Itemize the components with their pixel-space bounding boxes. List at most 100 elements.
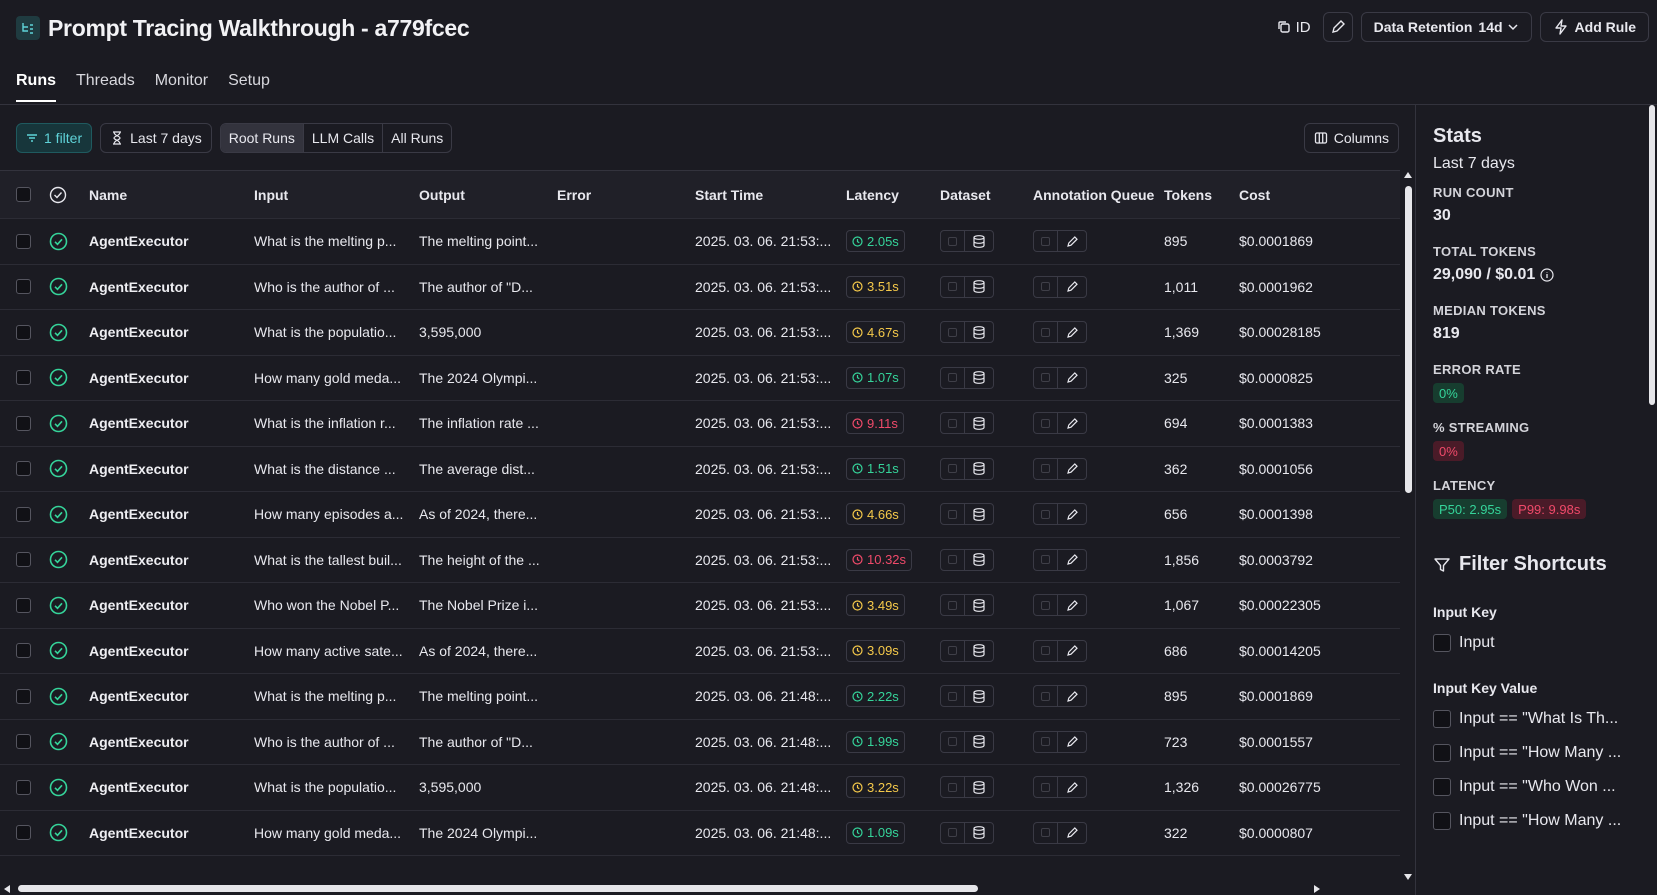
annotation-queue-control[interactable] [1033,503,1087,526]
add-to-dataset-control[interactable] [940,821,994,844]
column-header-input[interactable]: Input [254,171,288,218]
table-row[interactable]: AgentExecutor What is the tallest buil...… [0,538,1400,583]
table-row[interactable]: AgentExecutor How many gold meda... The 20… [0,356,1400,401]
annotation-queue-control[interactable] [1033,275,1087,298]
column-header-output[interactable]: Output [419,171,465,218]
select-all-checkbox[interactable] [16,171,31,218]
row-checkbox[interactable] [16,765,31,810]
column-header-tokens[interactable]: Tokens [1164,171,1212,218]
column-header-name[interactable]: Name [89,171,127,218]
segment-all-runs[interactable]: All Runs [383,124,451,152]
row-checkbox[interactable] [16,310,31,355]
run-name[interactable]: AgentExecutor [89,629,189,674]
table-row[interactable]: AgentExecutor How many episodes a... As of… [0,492,1400,538]
add-to-dataset-control[interactable] [940,321,994,344]
run-name[interactable]: AgentExecutor [89,583,189,628]
table-row[interactable]: AgentExecutor What is the inflation r... T… [0,401,1400,447]
add-to-dataset-control[interactable] [940,503,994,526]
add-to-dataset-control[interactable] [940,548,994,571]
edit-button[interactable] [1322,12,1353,42]
input-key-value-checkbox[interactable] [1433,778,1451,796]
run-name[interactable]: AgentExecutor [89,720,189,765]
table-vertical-scrollbar[interactable] [1402,170,1414,882]
segment-root-runs[interactable]: Root Runs [220,124,304,152]
row-checkbox[interactable] [16,447,31,492]
data-retention-dropdown[interactable]: Data Retention 14d [1360,12,1532,42]
run-name[interactable]: AgentExecutor [89,538,189,583]
annotation-queue-control[interactable] [1033,548,1087,571]
run-name[interactable]: AgentExecutor [89,265,189,310]
add-to-dataset-control[interactable] [940,412,994,435]
info-icon[interactable] [1540,268,1554,282]
row-checkbox[interactable] [16,583,31,628]
run-name[interactable]: AgentExecutor [89,492,189,537]
input-key-value-option[interactable]: Input == "What Is Th... [1433,710,1618,728]
annotation-queue-control[interactable] [1033,230,1087,253]
row-checkbox[interactable] [16,265,31,310]
row-checkbox[interactable] [16,219,31,264]
column-header-error[interactable]: Error [557,171,591,218]
table-row[interactable]: AgentExecutor How many active sate... As o… [0,629,1400,674]
table-row[interactable]: AgentExecutor What is the populatio... 3,5… [0,765,1400,811]
table-row[interactable]: AgentExecutor What is the populatio... 3,5… [0,310,1400,356]
row-checkbox[interactable] [16,811,31,856]
input-key-option[interactable]: Input [1433,634,1495,652]
input-key-value-checkbox[interactable] [1433,744,1451,762]
vertical-scroll-thumb[interactable] [1405,186,1412,493]
row-checkbox[interactable] [16,629,31,674]
input-key-value-option[interactable]: Input == "Who Won ... [1433,778,1616,796]
row-checkbox[interactable] [16,538,31,583]
column-header-cost[interactable]: Cost [1239,171,1270,218]
table-row[interactable]: AgentExecutor Who is the author of ... The… [0,265,1400,310]
horizontal-scroll-thumb[interactable] [18,885,978,892]
annotation-queue-control[interactable] [1033,412,1087,435]
annotation-queue-control[interactable] [1033,366,1087,389]
tab-monitor[interactable]: Monitor [155,72,208,102]
input-key-value-option[interactable]: Input == "How Many ... [1433,744,1621,762]
tab-threads[interactable]: Threads [76,72,135,102]
table-row[interactable]: AgentExecutor Who is the author of ... The… [0,720,1400,765]
add-to-dataset-control[interactable] [940,730,994,753]
run-name[interactable]: AgentExecutor [89,811,189,856]
annotation-queue-control[interactable] [1033,321,1087,344]
copy-id-button[interactable]: ID [1273,19,1315,36]
annotation-queue-control[interactable] [1033,594,1087,617]
segment-llm-calls[interactable]: LLM Calls [304,124,384,152]
input-key-checkbox[interactable] [1433,634,1451,652]
add-to-dataset-control[interactable] [940,230,994,253]
table-row[interactable]: AgentExecutor What is the melting p... The… [0,219,1400,265]
run-name[interactable]: AgentExecutor [89,356,189,401]
add-to-dataset-control[interactable] [940,639,994,662]
table-row[interactable]: AgentExecutor What is the distance ... The… [0,447,1400,492]
input-key-value-checkbox[interactable] [1433,710,1451,728]
add-to-dataset-control[interactable] [940,275,994,298]
add-to-dataset-control[interactable] [940,457,994,480]
column-header-dataset[interactable]: Dataset [940,171,991,218]
annotation-queue-control[interactable] [1033,639,1087,662]
annotation-queue-control[interactable] [1033,457,1087,480]
row-checkbox[interactable] [16,674,31,719]
run-name[interactable]: AgentExecutor [89,401,189,446]
annotation-queue-control[interactable] [1033,685,1087,708]
row-checkbox[interactable] [16,401,31,446]
table-row[interactable]: AgentExecutor What is the melting p... The… [0,674,1400,720]
annotation-queue-control[interactable] [1033,821,1087,844]
row-checkbox[interactable] [16,720,31,765]
column-header-start-time[interactable]: Start Time [695,171,763,218]
filter-button[interactable]: 1 filter [16,123,93,153]
column-header-annotation-queue[interactable]: Annotation Queue [1033,171,1154,218]
row-checkbox[interactable] [16,492,31,537]
add-to-dataset-control[interactable] [940,594,994,617]
add-to-dataset-control[interactable] [940,685,994,708]
run-name[interactable]: AgentExecutor [89,674,189,719]
table-horizontal-scrollbar[interactable] [0,882,1400,894]
time-range-button[interactable]: Last 7 days [100,123,212,153]
table-row[interactable]: AgentExecutor How many gold meda... The 20… [0,811,1400,856]
column-header-latency[interactable]: Latency [846,171,899,218]
table-row[interactable]: AgentExecutor Who won the Nobel P... The N… [0,583,1400,629]
add-rule-button[interactable]: Add Rule [1539,12,1649,42]
annotation-queue-control[interactable] [1033,730,1087,753]
run-name[interactable]: AgentExecutor [89,447,189,492]
tab-runs[interactable]: Runs [16,72,56,102]
run-name[interactable]: AgentExecutor [89,219,189,264]
